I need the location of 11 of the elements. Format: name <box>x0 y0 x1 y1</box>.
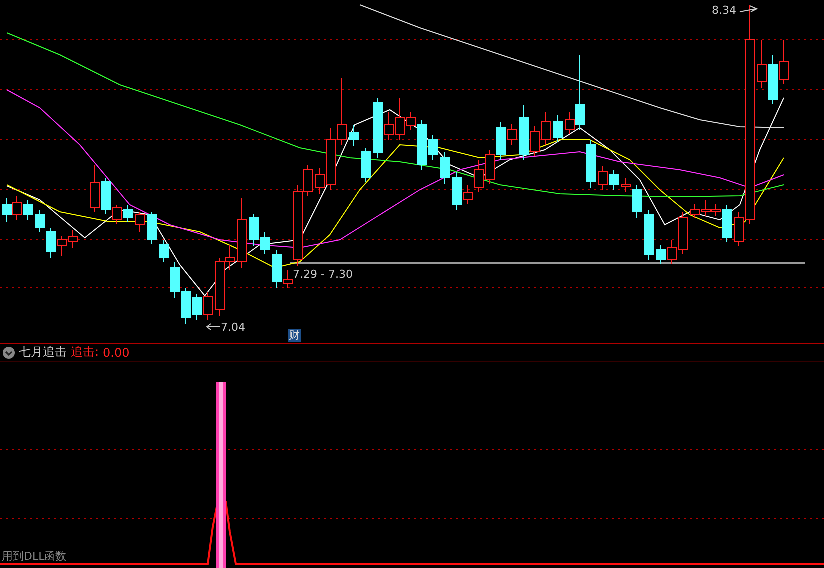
price-label: 7.04 <box>221 321 246 334</box>
collapse-icon[interactable] <box>3 346 15 358</box>
high-arrow-icon <box>740 6 758 12</box>
indicator-output-label: 追击: <box>71 344 100 361</box>
indicator-name: 七月追击 <box>19 344 67 361</box>
price-label: 7.29 - 7.30 <box>293 268 353 281</box>
indicator-output-value: 0.00 <box>103 346 130 360</box>
finance-badge: 财 <box>288 329 301 342</box>
footer-note: 用到DLL函数 <box>2 550 67 563</box>
low-arrow-icon <box>206 324 220 330</box>
price-label: 8.34 <box>712 4 736 17</box>
